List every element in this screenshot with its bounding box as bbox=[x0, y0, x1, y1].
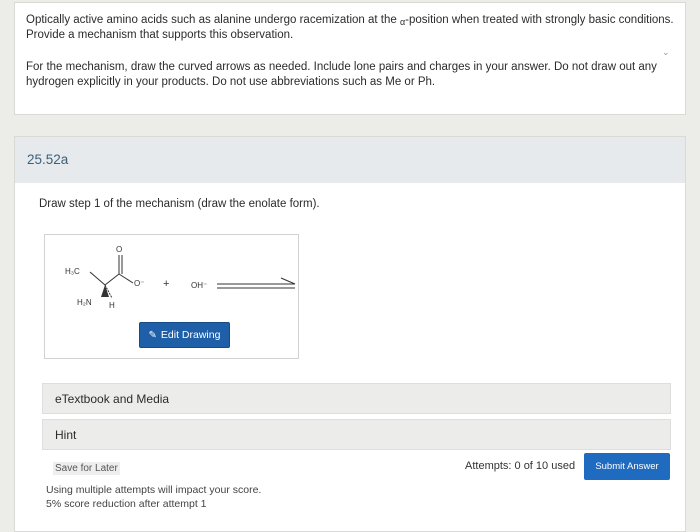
bond bbox=[89, 271, 106, 286]
etextbook-label: eTextbook and Media bbox=[55, 391, 170, 406]
step-instruction: Draw step 1 of the mechanism (draw the e… bbox=[39, 198, 320, 210]
hydrogen-label: H bbox=[109, 301, 115, 310]
chevron-down-icon: ⌄ bbox=[662, 47, 670, 57]
question-card: Optically active amino acids such as ala… bbox=[14, 2, 686, 115]
amine-label: H₂N bbox=[77, 298, 92, 307]
attempts-note: Using multiple attempts will impact your… bbox=[46, 484, 262, 496]
question-line-4: hydrogen explicitly in your products. Do… bbox=[26, 76, 436, 88]
carbonyl-oxygen-label: O bbox=[116, 245, 123, 254]
part-card: 25.52a Draw step 1 of the mechanism (dra… bbox=[14, 136, 686, 532]
hydroxide-label: OH⁻ bbox=[191, 281, 208, 290]
attempts-counter: Attempts: 0 of 10 used bbox=[465, 460, 576, 472]
etextbook-media-bar[interactable]: eTextbook and Media bbox=[42, 383, 671, 414]
submit-answer-button[interactable]: Submit Answer bbox=[584, 453, 670, 480]
alpha-symbol: α bbox=[399, 17, 406, 27]
hint-label: Hint bbox=[55, 427, 77, 442]
save-for-later-button[interactable]: Save for Later bbox=[53, 462, 120, 475]
question-text-part: -position when treated with strongly bas… bbox=[405, 14, 674, 26]
part-header: 25.52a bbox=[15, 137, 685, 183]
bond bbox=[118, 273, 134, 284]
question-line-1: Optically active amino acids such as ala… bbox=[26, 13, 674, 28]
drawing-area[interactable]: H₃C O O⁻ H₂N H + OH⁻ ✎ Edit Drawing bbox=[44, 234, 299, 359]
edit-drawing-label: Edit Drawing bbox=[160, 329, 221, 341]
edit-drawing-button[interactable]: ✎ Edit Drawing bbox=[139, 322, 230, 348]
part-label: 25.52a bbox=[27, 152, 69, 167]
reaction-arrow-head bbox=[280, 277, 296, 285]
question-text-part: Optically active amino acids such as ala… bbox=[26, 14, 400, 26]
pencil-icon: ✎ bbox=[148, 329, 157, 341]
molecule-drawing bbox=[89, 255, 296, 299]
question-line-3: For the mechanism, draw the curved arrow… bbox=[26, 61, 657, 73]
plus-sign: + bbox=[163, 278, 170, 290]
hint-bar[interactable]: Hint bbox=[42, 419, 671, 450]
bond bbox=[104, 273, 120, 286]
question-line-2: Provide a mechanism that supports this o… bbox=[26, 29, 294, 41]
score-reduction-note: 5% score reduction after attempt 1 bbox=[46, 498, 207, 510]
h3c-label: H₃C bbox=[65, 267, 80, 276]
carboxylate-oxygen-label: O⁻ bbox=[134, 279, 145, 288]
